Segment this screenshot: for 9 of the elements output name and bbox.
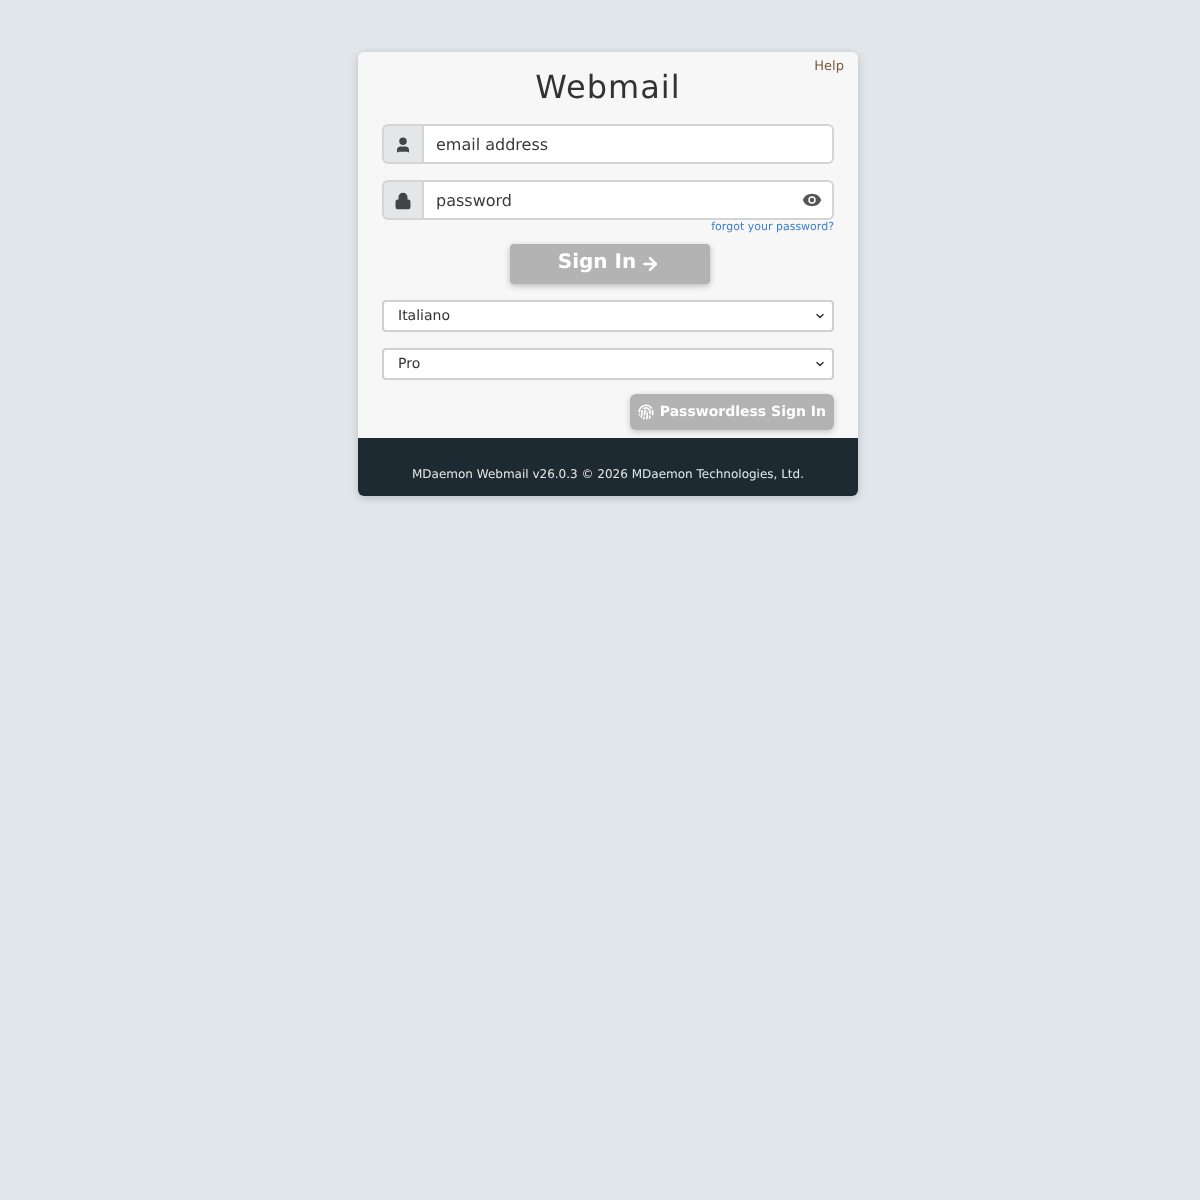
fingerprint-icon — [637, 404, 654, 420]
chevron-down-icon — [814, 358, 826, 370]
user-icon — [394, 135, 412, 153]
app-title: Webmail — [533, 68, 683, 108]
password-field[interactable]: password — [424, 180, 834, 220]
lock-icon — [394, 191, 412, 209]
chevron-down-icon — [814, 310, 826, 322]
email-field[interactable]: email address — [424, 124, 834, 164]
arrow-right-icon — [640, 254, 661, 274]
